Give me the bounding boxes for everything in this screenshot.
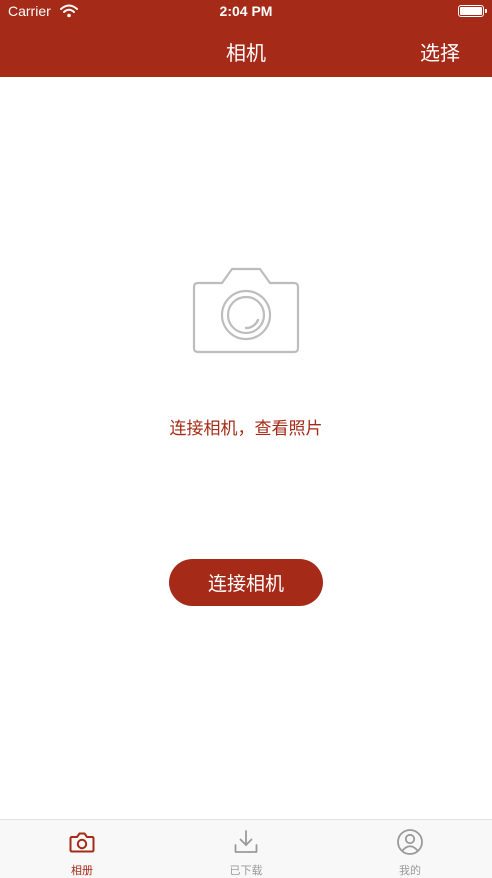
- tab-bar: 相册 已下载 我的: [0, 819, 492, 878]
- app-screen: Carrier 2:04 PM 相机 选择 连接相机，查看照片 连接相机 相册 …: [0, 0, 492, 878]
- tab-downloads-label: 已下载: [229, 864, 263, 877]
- page-title: 相机: [226, 41, 266, 65]
- tab-mine-label: 我的: [399, 864, 421, 877]
- battery-level: [460, 7, 482, 15]
- camera-icon: [69, 832, 95, 853]
- header: Carrier 2:04 PM 相机 选择: [0, 0, 492, 77]
- status-time: 2:04 PM: [219, 3, 273, 19]
- battery-icon: [458, 5, 487, 17]
- nav-bar: 相机 选择: [0, 24, 492, 77]
- tab-mine[interactable]: 我的: [328, 820, 492, 878]
- tab-album-label: 相册: [71, 864, 93, 877]
- status-bar: Carrier 2:04 PM: [0, 0, 492, 24]
- download-icon: [234, 830, 258, 853]
- tab-downloads[interactable]: 已下载: [164, 820, 328, 878]
- empty-state-hint: 连接相机，查看照片: [169, 419, 323, 439]
- camera-placeholder-icon: [192, 267, 300, 354]
- user-icon: [397, 829, 423, 855]
- select-button[interactable]: 选择: [420, 37, 460, 66]
- connect-camera-button[interactable]: 连接相机: [169, 559, 323, 606]
- tab-album[interactable]: 相册: [0, 820, 164, 878]
